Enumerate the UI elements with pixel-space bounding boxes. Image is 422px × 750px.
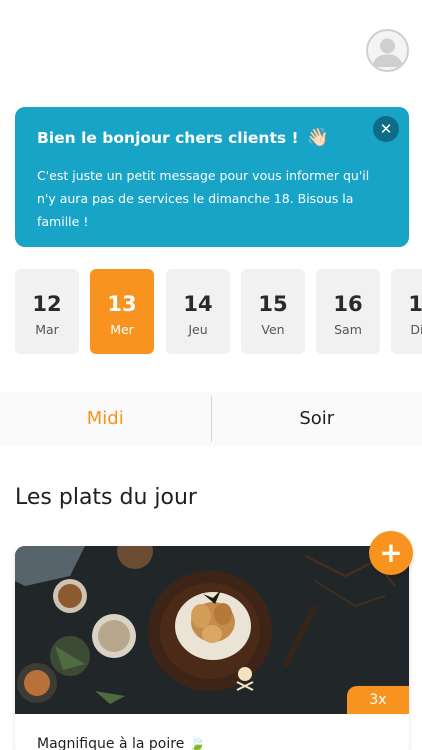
day-weekday: Mar — [35, 322, 59, 337]
waving-hand-icon: 👋🏻 — [306, 127, 329, 148]
section-title: Les plats du jour — [15, 485, 197, 510]
day-weekday: Dim — [410, 322, 422, 337]
meal-tabs: Midi Soir — [0, 392, 422, 446]
user-icon — [372, 38, 403, 67]
close-icon[interactable]: ✕ — [373, 116, 399, 142]
banner-message: C'est juste un petit message pour vous i… — [37, 168, 370, 229]
day-item[interactable]: 12 Mar — [15, 269, 79, 354]
day-item[interactable]: 16 Sam — [316, 269, 380, 354]
dish-name-row: Magnifique à la poire 🍃 — [37, 736, 206, 750]
day-item-selected[interactable]: 13 Mer — [90, 269, 154, 354]
leaf-icon: 🍃 — [188, 736, 207, 750]
day-number: 14 — [183, 292, 213, 316]
user-avatar[interactable] — [366, 29, 409, 72]
day-number: 16 — [333, 292, 363, 316]
day-number: 13 — [107, 292, 137, 316]
tab-soir[interactable]: Soir — [212, 392, 422, 446]
day-selector: 12 Mar 13 Mer 14 Jeu 15 Ven 16 Sam 17 Di… — [15, 269, 422, 355]
day-number: 15 — [258, 292, 288, 316]
day-number: 12 — [32, 292, 62, 316]
day-weekday: Sam — [334, 322, 362, 337]
quantity-badge: 3x — [347, 686, 409, 714]
day-weekday: Ven — [261, 322, 285, 337]
day-item[interactable]: 14 Jeu — [166, 269, 230, 354]
day-item[interactable]: 17 Dim — [391, 269, 422, 354]
tab-midi[interactable]: Midi — [0, 392, 211, 446]
dish-card[interactable]: 3x Magnifique à la poire 🍃 — [15, 546, 409, 750]
announcement-banner: Bien le bonjour chers clients ! 👋🏻 C'est… — [15, 107, 409, 247]
dish-name: Magnifique à la poire — [37, 736, 185, 750]
day-weekday: Mer — [110, 322, 134, 337]
day-weekday: Jeu — [188, 322, 208, 337]
banner-title-row: Bien le bonjour chers clients ! 👋🏻 — [37, 127, 387, 148]
day-number: 17 — [408, 292, 422, 316]
day-item[interactable]: 15 Ven — [241, 269, 305, 354]
add-button[interactable]: + — [369, 531, 413, 575]
banner-title: Bien le bonjour chers clients ! — [37, 128, 299, 147]
